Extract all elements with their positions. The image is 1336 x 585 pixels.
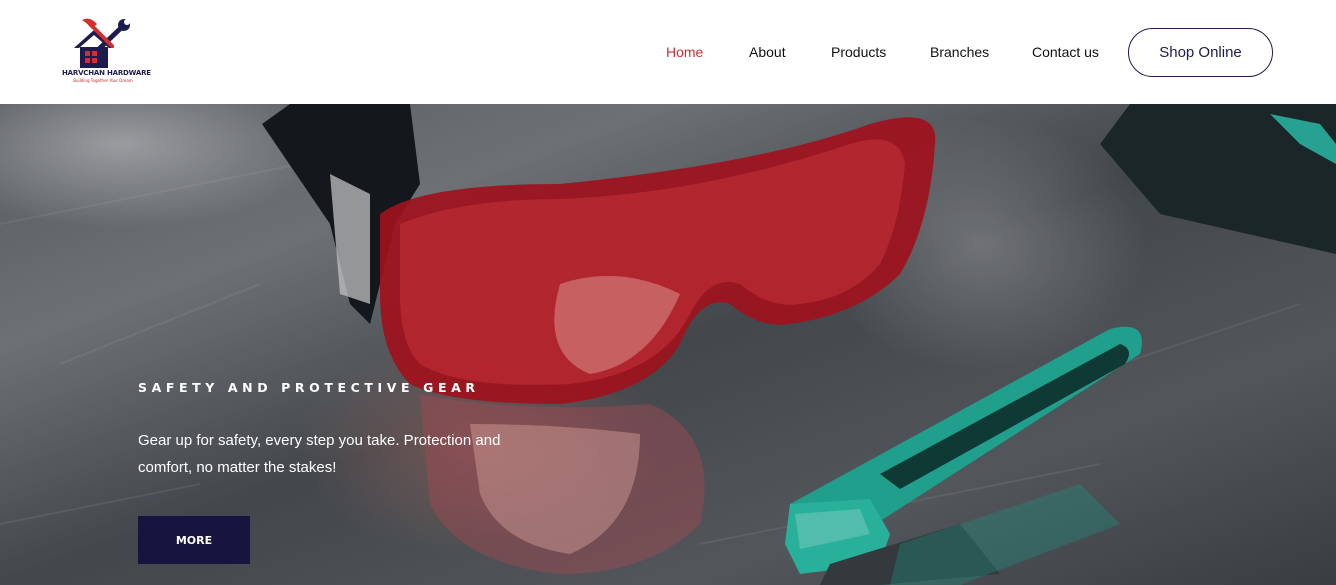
hero-description: Gear up for safety, every step you take.… <box>138 432 501 476</box>
house-tools-logo-icon <box>74 18 130 68</box>
hero-overlay <box>0 104 1336 585</box>
nav-item-about[interactable]: About <box>749 44 786 60</box>
nav-item-home[interactable]: Home <box>666 44 703 60</box>
nav-item-products[interactable]: Products <box>831 44 886 60</box>
hero-heading: SAFETY AND PROTECTIVE GEAR <box>138 380 480 395</box>
site-header: HARVCHAN HARDWARE Building Together Your… <box>0 0 1336 104</box>
nav-item-branches[interactable]: Branches <box>930 44 989 60</box>
brand-name: HARVCHAN HARDWARE <box>62 69 151 77</box>
shop-online-button[interactable]: Shop Online <box>1128 28 1273 77</box>
hero-banner: SAFETY AND PROTECTIVE GEAR Gear up for s… <box>0 104 1336 585</box>
more-button[interactable]: MORE <box>138 516 250 564</box>
brand-logo[interactable]: HARVCHAN HARDWARE Building Together Your… <box>62 18 151 86</box>
brand-tagline: Building Together Your Dream <box>73 78 133 83</box>
nav-item-contact[interactable]: Contact us <box>1032 44 1099 60</box>
